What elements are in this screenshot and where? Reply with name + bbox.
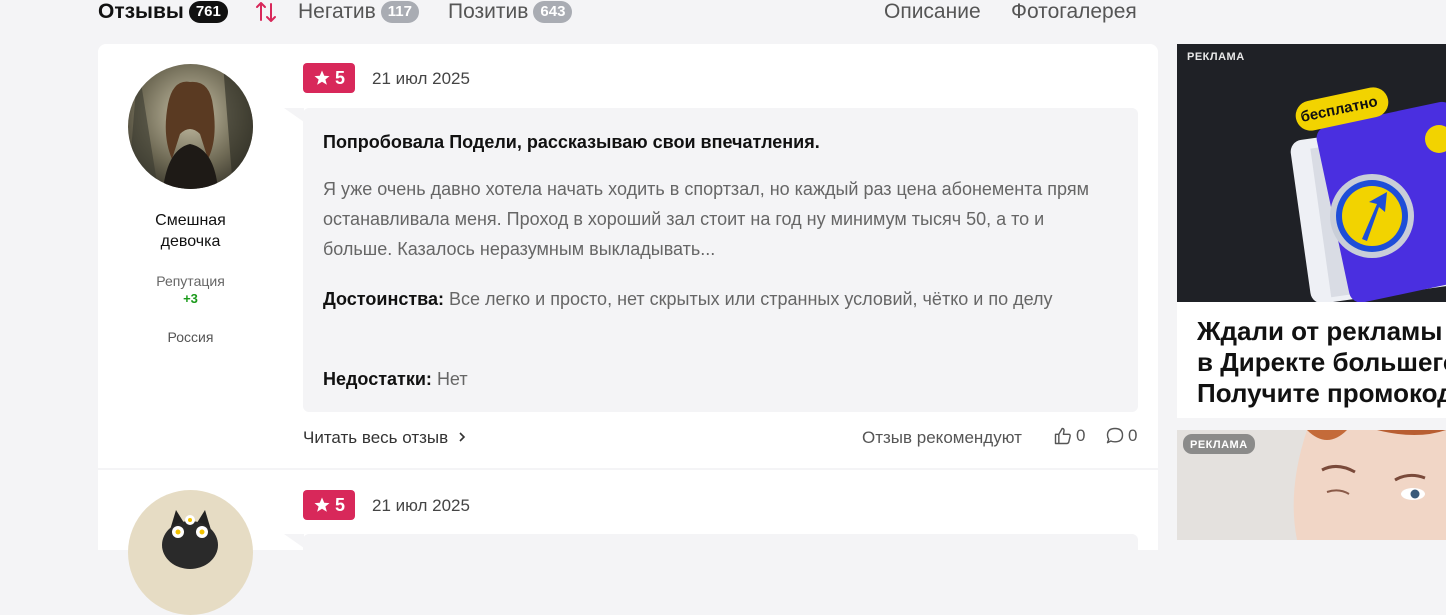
positive-count-badge: 643: [533, 1, 573, 23]
review-bubble[interactable]: Попробовала Подели, рассказываю свои впе…: [303, 108, 1138, 412]
reputation-label: Репутация: [156, 273, 225, 289]
author-country: Россия: [167, 329, 214, 345]
review-card: 5 21 июл 2025: [98, 470, 1158, 615]
thumbs-up-icon: [1054, 427, 1071, 445]
ad-label: РЕКЛАМА: [1187, 51, 1245, 63]
author-name[interactable]: Смешная девочка: [128, 210, 253, 252]
ad-headline: Ждали от рекламы в Директе большего Полу…: [1197, 316, 1446, 409]
pros-text: Все легко и просто, нет скрытых или стра…: [449, 289, 1053, 309]
star-icon: [314, 70, 330, 85]
review-bubble[interactable]: [303, 534, 1138, 554]
comments-count: 0: [1128, 426, 1138, 445]
rating-badge: 5: [303, 63, 355, 93]
comment-icon: [1106, 427, 1124, 444]
like-button[interactable]: 0: [1053, 426, 1085, 446]
ad-headline-line: Ждали от рекламы: [1197, 316, 1443, 346]
likes-count: 0: [1076, 426, 1086, 445]
pros-label: Достоинства:: [323, 289, 444, 309]
review-cons: Недостатки: Нет: [323, 364, 468, 394]
tab-description[interactable]: Описание: [884, 0, 981, 24]
ad-label: РЕКЛАМА: [1190, 439, 1248, 451]
review-text: Я уже очень давно хотела начать ходить в…: [323, 179, 1089, 259]
ad-label-pill: РЕКЛАМА: [1183, 434, 1255, 454]
review-card: Смешная девочка Репутация +3 Россия 5 21…: [98, 44, 1158, 468]
tab-positive[interactable]: Позитив 643: [448, 0, 573, 24]
tab-gallery-label: Фотогалерея: [1011, 0, 1137, 23]
tab-positive-label: Позитив: [448, 0, 529, 23]
avatar[interactable]: [128, 490, 253, 615]
review-date: 21 июл 2025: [372, 496, 470, 515]
reviews-count-badge: 761: [188, 1, 228, 23]
rating-value: 5: [334, 67, 345, 88]
star-icon: [314, 497, 330, 512]
ad-headline-line: Получите промокод: [1197, 378, 1446, 408]
reputation-value: +3: [183, 291, 198, 306]
rating-badge: 5: [303, 490, 355, 520]
ad-banner[interactable]: РЕКЛАМА бесплатно Ждали от рекламы в Дир…: [1177, 44, 1446, 418]
negative-count-badge: 117: [380, 1, 419, 23]
bubble-tail: [284, 534, 304, 548]
comments-button[interactable]: 0: [1105, 426, 1137, 446]
tab-negative[interactable]: Негатив 117: [298, 0, 419, 24]
read-more-label: Читать весь отзыв: [303, 428, 449, 447]
tab-reviews[interactable]: Отзывы 761: [98, 0, 228, 24]
cons-label: Недостатки:: [323, 369, 432, 389]
review-date: 21 июл 2025: [372, 69, 470, 88]
chevron-right-icon: [459, 432, 466, 442]
review-title[interactable]: Попробовала Подели, рассказываю свои впе…: [323, 132, 820, 153]
rating-value: 5: [334, 494, 345, 515]
review-tabs: Отзывы 761 Негатив 117 Позитив 643 Описа…: [98, 0, 1158, 24]
ad-headline-line: в Директе большего: [1197, 347, 1446, 377]
bubble-tail: [284, 108, 304, 122]
ad-image: [1177, 44, 1446, 302]
read-more-link[interactable]: Читать весь отзыв: [303, 428, 468, 448]
avatar[interactable]: [128, 64, 253, 189]
tab-gallery[interactable]: Фотогалерея: [1011, 0, 1137, 24]
review-pros: Достоинства: Все легко и просто, нет скр…: [323, 284, 1113, 314]
tab-description-label: Описание: [884, 0, 981, 23]
tab-negative-label: Негатив: [298, 0, 376, 23]
sort-icon[interactable]: [254, 0, 278, 24]
tab-reviews-label: Отзывы: [98, 0, 184, 23]
ad-banner[interactable]: РЕКЛАМА: [1177, 430, 1446, 540]
cons-text: Нет: [436, 369, 468, 389]
recommend-label: Отзыв рекомендуют: [862, 428, 1022, 447]
